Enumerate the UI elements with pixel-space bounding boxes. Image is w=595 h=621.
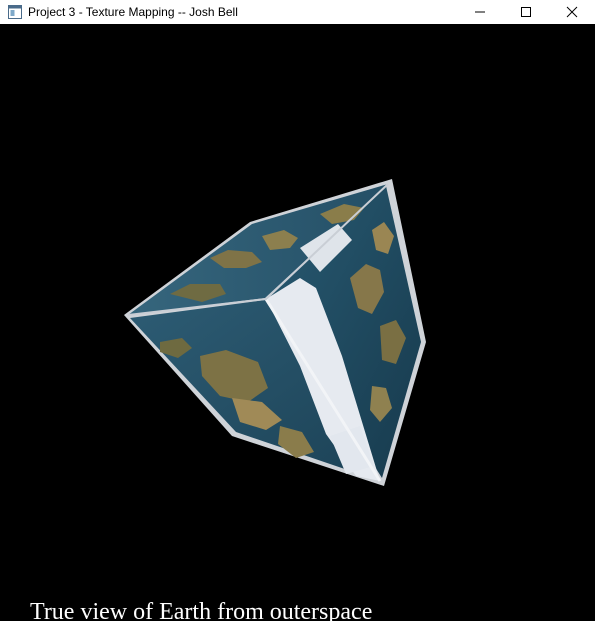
window-controls [457,0,595,24]
app-window-icon [8,5,22,19]
render-viewport[interactable]: True view of Earth from outerspace [0,26,595,621]
close-icon [566,6,578,18]
window-title: Project 3 - Texture Mapping -- Josh Bell [28,5,238,19]
app-window: Project 3 - Texture Mapping -- Josh Bell [0,0,595,621]
minimize-button[interactable] [457,0,503,24]
minimize-icon [475,11,485,13]
caption-text: True view of Earth from outerspace [30,599,373,621]
title-bar[interactable]: Project 3 - Texture Mapping -- Josh Bell [0,0,595,24]
maximize-button[interactable] [503,0,549,24]
earth-cube [124,179,426,486]
maximize-icon [521,7,531,17]
close-button[interactable] [549,0,595,24]
